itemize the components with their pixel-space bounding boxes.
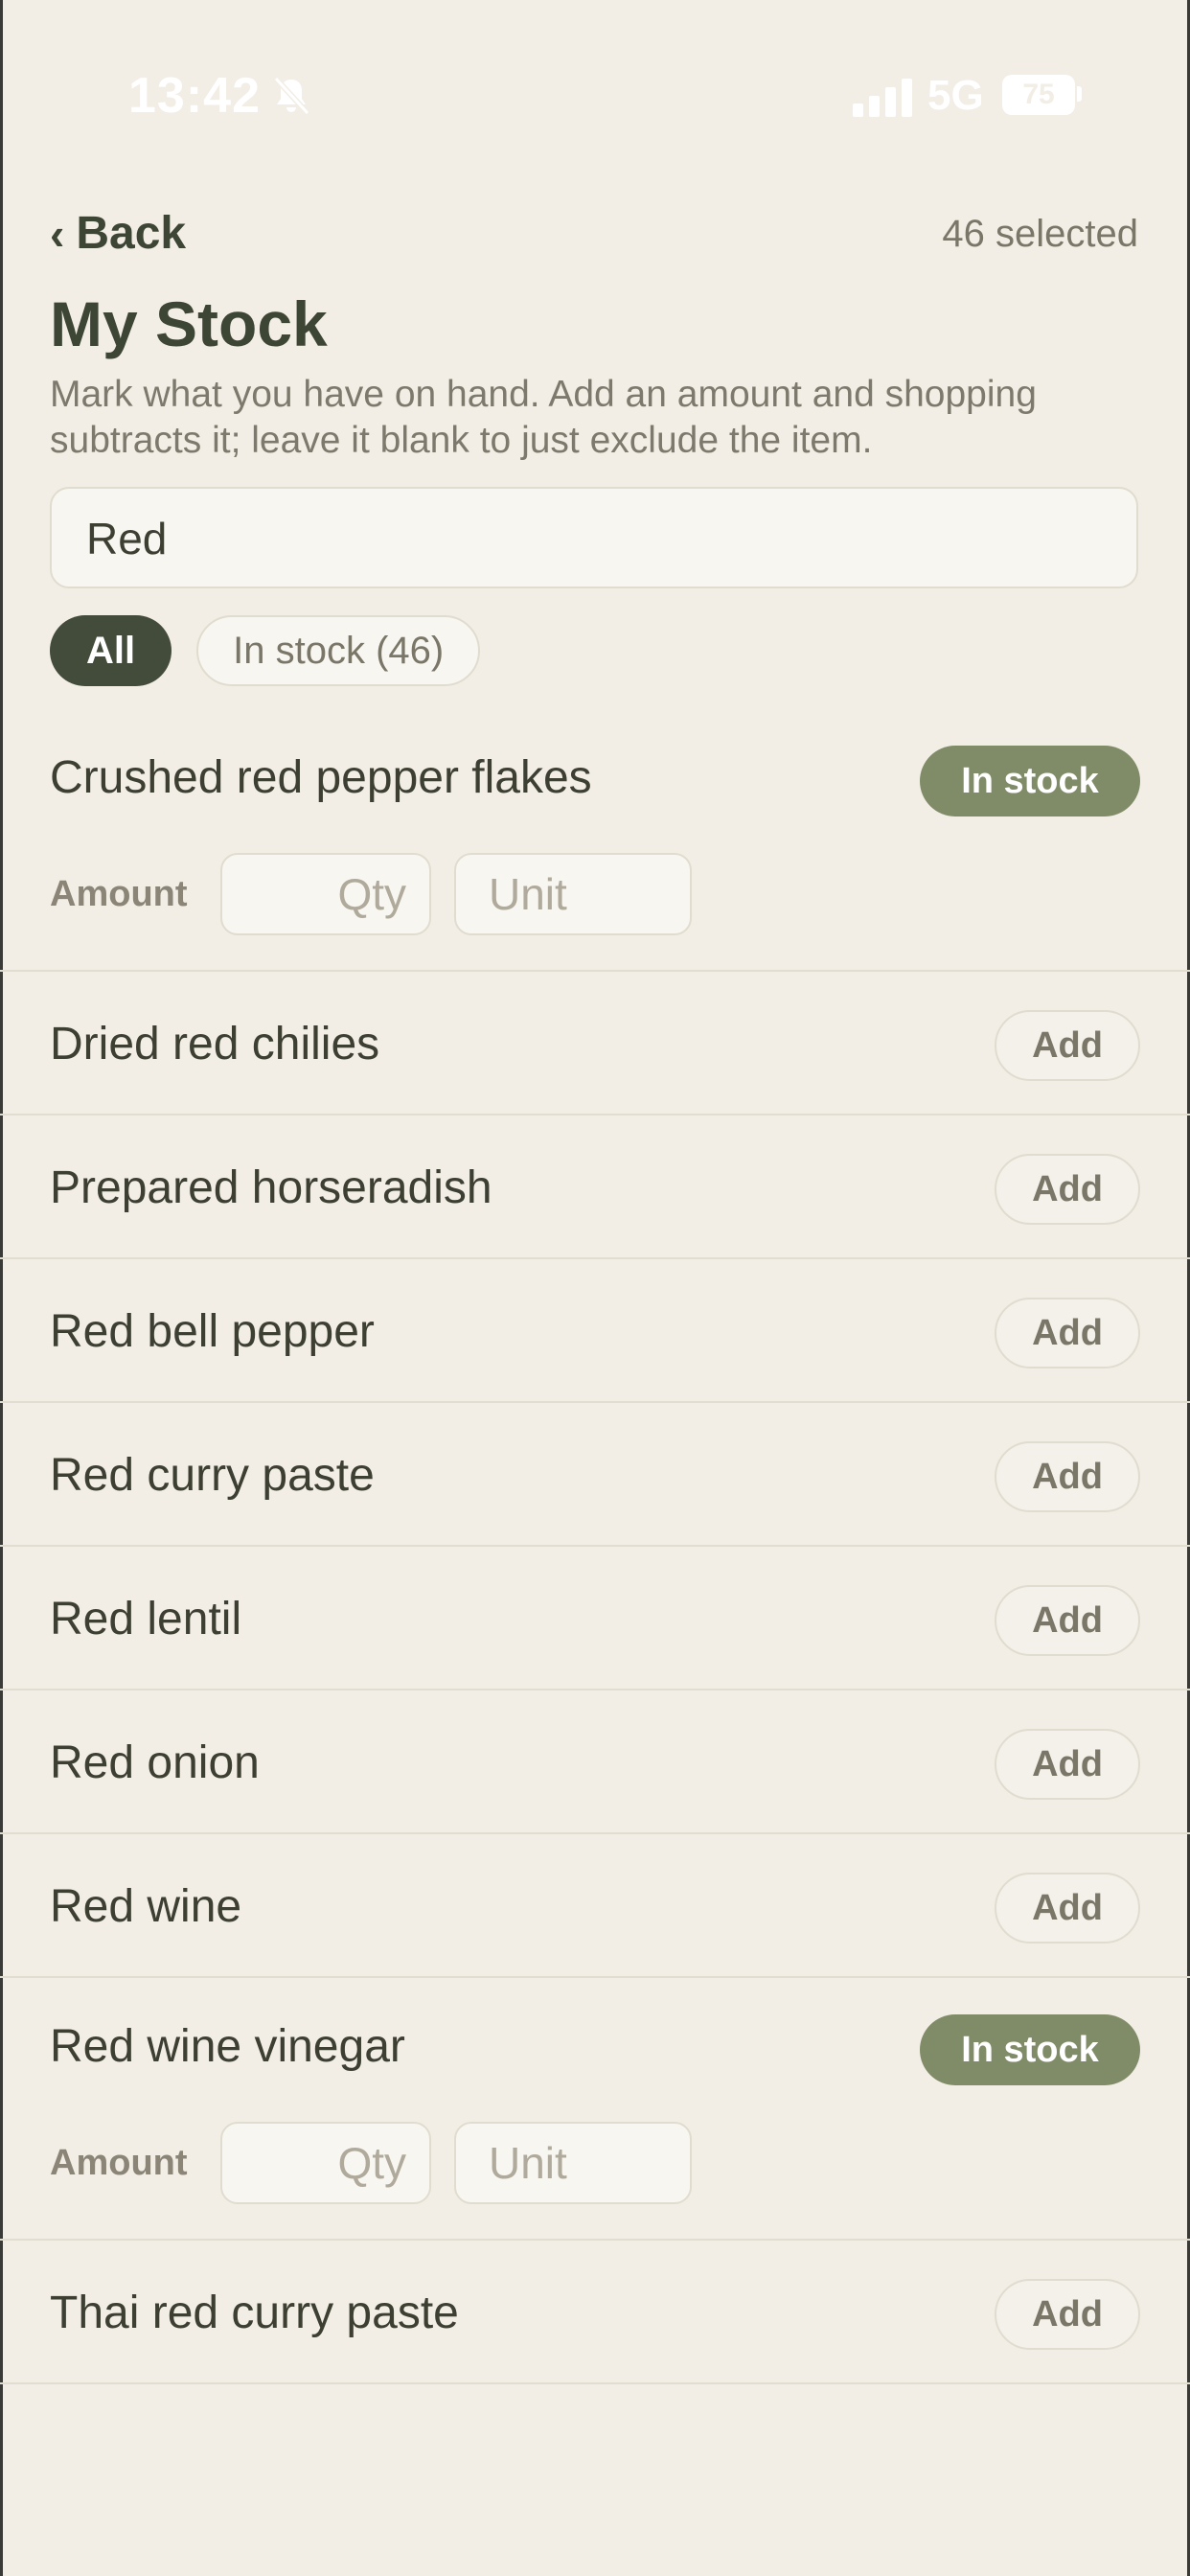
selected-count: 46 selected	[942, 213, 1138, 255]
item-name: Dried red chilies	[50, 1019, 380, 1070]
chevron-left-icon: ‹	[50, 208, 65, 259]
item-name: Red bell pepper	[50, 1306, 375, 1357]
amount-label: Amount	[50, 874, 188, 914]
search-field[interactable]	[50, 487, 1138, 588]
add-button[interactable]: Add	[995, 2279, 1140, 2350]
qty-input[interactable]: Qty	[220, 2122, 431, 2204]
item-name: Red curry paste	[50, 1450, 375, 1501]
signal-icon	[853, 79, 912, 117]
list-item: Prepared horseradish Add	[0, 1116, 1190, 1259]
add-button[interactable]: Add	[995, 1873, 1140, 1944]
add-button[interactable]: Add	[995, 1729, 1140, 1800]
network-type: 5G	[927, 72, 984, 119]
list-item: Red lentil Add	[0, 1547, 1190, 1690]
back-button[interactable]: ‹ Back	[50, 207, 186, 260]
list-item: Red curry paste Add	[0, 1403, 1190, 1547]
filter-in-stock-chip[interactable]: In stock (46)	[196, 615, 481, 686]
add-button[interactable]: Add	[995, 1154, 1140, 1225]
status-bar: 13:42 5G 75	[0, 0, 1190, 192]
qty-input[interactable]: Qty	[220, 853, 431, 935]
battery-icon: 75	[1002, 75, 1075, 115]
filter-all-chip[interactable]: All	[50, 615, 172, 686]
page-title: My Stock	[50, 288, 328, 359]
list-item: Red bell pepper Add	[0, 1259, 1190, 1403]
add-button[interactable]: Add	[995, 1441, 1140, 1512]
ingredient-list: Crushed red pepper flakes In stock Amoun…	[0, 709, 1190, 2384]
unit-input[interactable]: Unit	[454, 853, 692, 935]
list-item: Dried red chilies Add	[0, 972, 1190, 1116]
unit-input[interactable]: Unit	[454, 2122, 692, 2204]
back-label: Back	[76, 208, 187, 259]
item-name: Red lentil	[50, 1594, 242, 1644]
add-button[interactable]: Add	[995, 1010, 1140, 1081]
item-name: Red wine	[50, 1881, 242, 1932]
amount-label: Amount	[50, 2143, 188, 2183]
list-item: Red wine Add	[0, 1834, 1190, 1978]
in-stock-toggle[interactable]: In stock	[920, 2014, 1140, 2085]
in-stock-toggle[interactable]: In stock	[920, 746, 1140, 816]
search-input[interactable]	[86, 510, 1102, 567]
item-name: Red wine vinegar	[50, 2021, 405, 2072]
add-button[interactable]: Add	[995, 1585, 1140, 1656]
list-item: Thai red curry paste Add	[0, 2241, 1190, 2384]
item-name: Red onion	[50, 1737, 260, 1788]
filter-chips: All In stock (46)	[50, 615, 481, 686]
add-button[interactable]: Add	[995, 1298, 1140, 1368]
battery-level: 75	[1022, 79, 1055, 110]
list-item: Crushed red pepper flakes In stock Amoun…	[0, 709, 1190, 972]
item-name: Prepared horseradish	[50, 1162, 492, 1213]
bell-muted-icon	[273, 76, 310, 116]
battery-tip	[1077, 86, 1082, 102]
status-time: 13:42	[128, 68, 261, 124]
item-name: Thai red curry paste	[50, 2288, 459, 2338]
list-item: Red wine vinegar In stock Amount Qty Uni…	[0, 1978, 1190, 2241]
item-name: Crushed red pepper flakes	[50, 752, 592, 803]
list-item: Red onion Add	[0, 1690, 1190, 1834]
page-subtitle: Mark what you have on hand. Add an amoun…	[50, 374, 1037, 461]
